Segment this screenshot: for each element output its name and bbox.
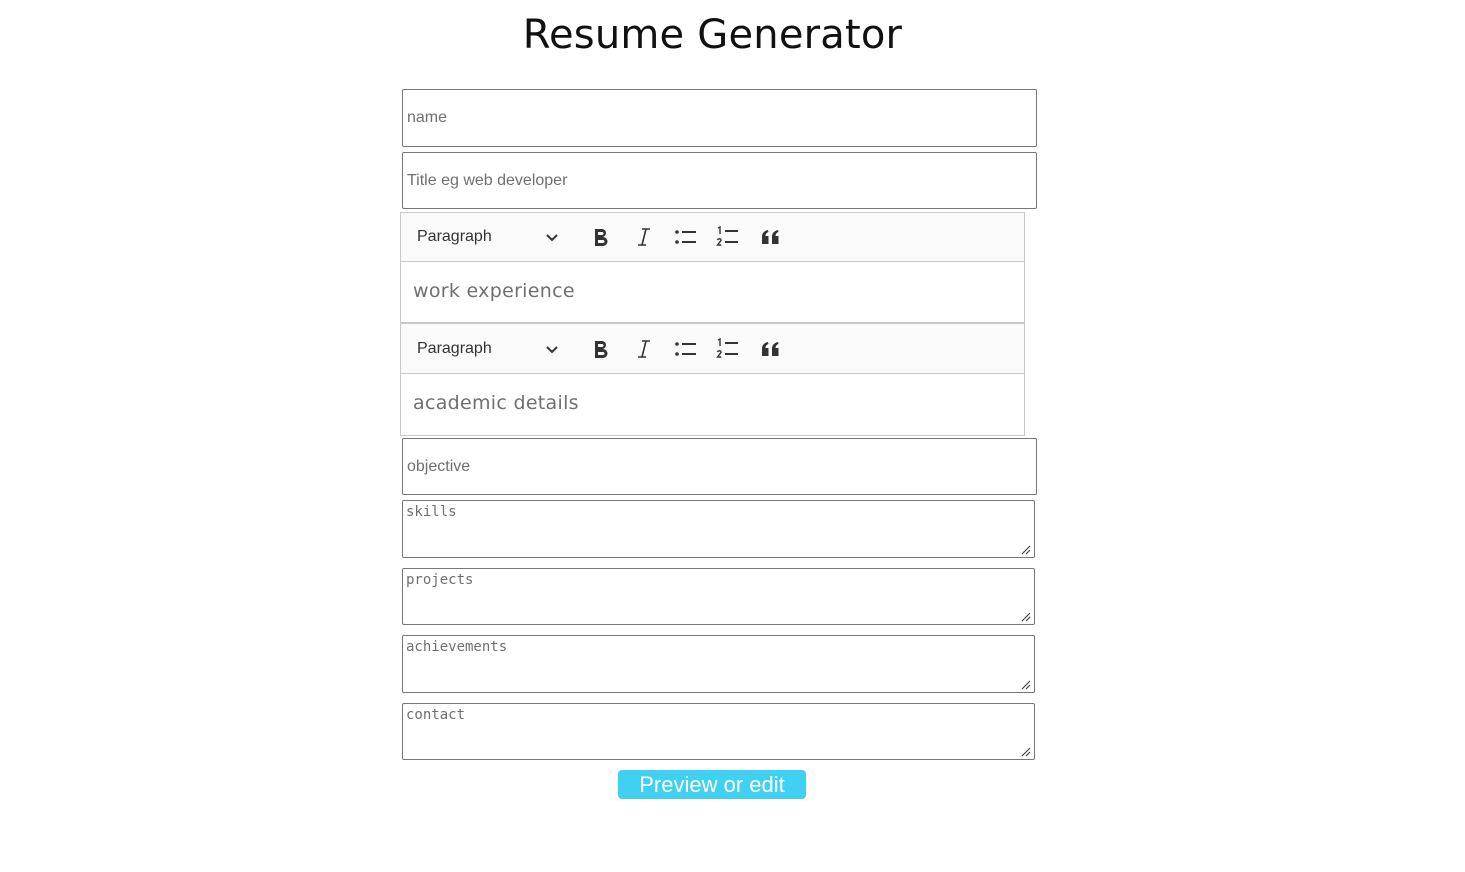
editor-toolbar: Paragraph <box>401 213 1024 262</box>
resize-handle-icon[interactable] <box>1021 545 1031 555</box>
heading-dropdown-value: Paragraph <box>417 340 492 357</box>
work-experience-placeholder: work experience <box>413 280 575 302</box>
title-input[interactable] <box>402 152 1037 209</box>
name-input[interactable] <box>402 89 1037 147</box>
bulleted-list-button[interactable] <box>670 221 702 253</box>
italic-button[interactable] <box>628 221 660 253</box>
academic-details-content[interactable]: academic details <box>401 374 1024 435</box>
numbered-list-icon <box>716 226 738 246</box>
chevron-down-icon <box>546 346 558 354</box>
italic-button[interactable] <box>628 333 660 365</box>
bold-icon <box>595 341 608 358</box>
heading-dropdown[interactable]: Paragraph <box>407 221 567 253</box>
block-quote-button[interactable] <box>755 221 787 253</box>
contact-textarea[interactable] <box>402 703 1035 760</box>
academic-details-editor: Paragraph academic details <box>400 323 1025 436</box>
work-experience-content[interactable]: work experience <box>401 262 1024 322</box>
block-quote-icon <box>762 342 779 356</box>
resize-handle-icon[interactable] <box>1021 747 1031 757</box>
italic-icon <box>638 228 650 246</box>
numbered-list-icon <box>716 338 738 358</box>
heading-dropdown[interactable]: Paragraph <box>407 333 567 365</box>
bold-button[interactable] <box>585 333 617 365</box>
numbered-list-button[interactable] <box>712 221 744 253</box>
academic-details-placeholder: academic details <box>413 392 579 414</box>
bulleted-list-icon <box>675 342 696 356</box>
work-experience-editor: Paragraph work experience <box>400 212 1025 323</box>
resize-handle-icon[interactable] <box>1021 680 1031 690</box>
objective-input[interactable] <box>402 438 1037 495</box>
bulleted-list-icon <box>675 230 696 244</box>
preview-or-edit-button[interactable]: Preview or edit <box>618 770 806 799</box>
block-quote-button[interactable] <box>755 333 787 365</box>
editor-toolbar: Paragraph <box>401 324 1024 374</box>
bold-button[interactable] <box>585 221 617 253</box>
chevron-down-icon <box>546 234 558 242</box>
projects-textarea[interactable] <box>402 568 1035 625</box>
page-title: Resume Generator <box>522 12 903 58</box>
skills-textarea[interactable] <box>402 500 1035 558</box>
italic-icon <box>638 340 650 358</box>
bulleted-list-button[interactable] <box>670 333 702 365</box>
achievements-textarea[interactable] <box>402 635 1035 693</box>
resize-handle-icon[interactable] <box>1021 612 1031 622</box>
heading-dropdown-value: Paragraph <box>417 228 492 245</box>
block-quote-icon <box>762 230 779 244</box>
bold-icon <box>595 229 608 246</box>
numbered-list-button[interactable] <box>712 333 744 365</box>
